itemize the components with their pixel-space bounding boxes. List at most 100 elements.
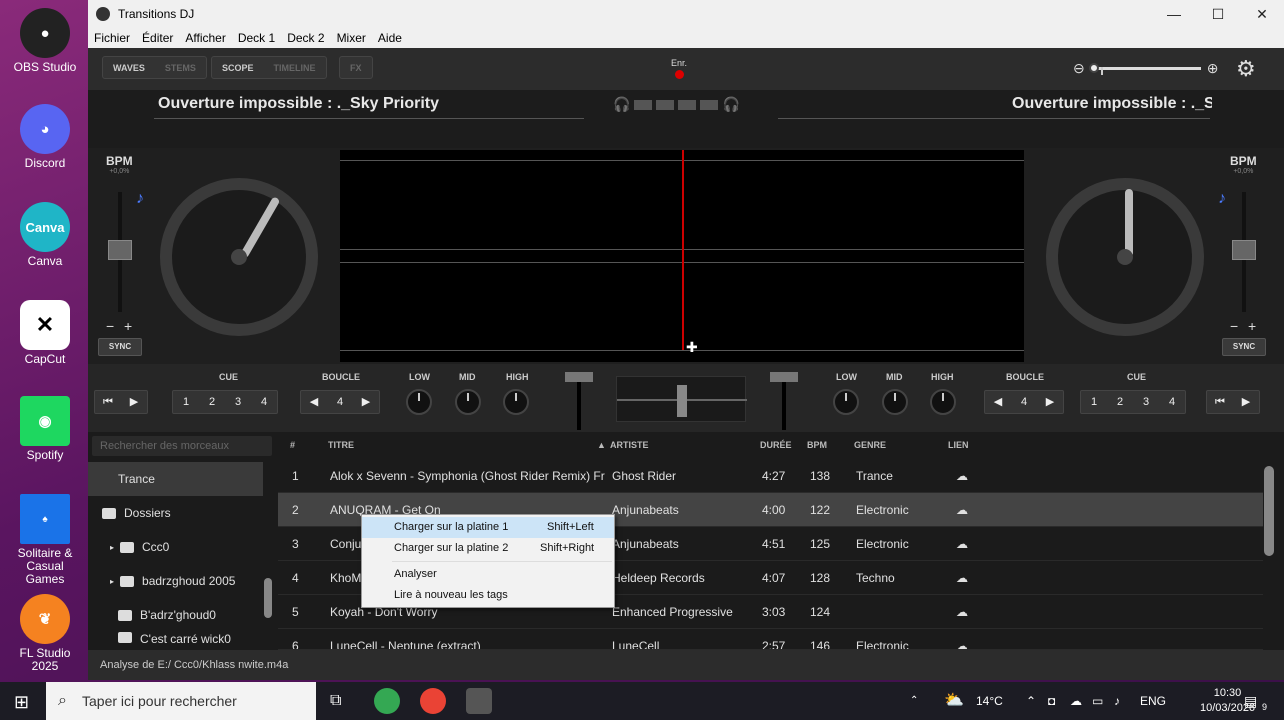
deck-left-pitch-minus[interactable]: − [106,318,114,334]
menu-deck1[interactable]: Deck 1 [238,31,275,45]
desktop-icon-obs[interactable]: ● OBS Studio [8,8,82,74]
cloud-icon[interactable]: ☁ [956,537,968,551]
menu-editer[interactable]: Éditer [142,31,173,45]
weather-icon[interactable]: ⛅ [944,682,964,720]
windows-start-icon[interactable]: ⊞ [14,692,29,713]
deck-left-skip-back-button[interactable]: ⏮ [95,391,121,413]
loop-next-button[interactable]: ▶ [1037,391,1063,413]
sidebar-item-ccc[interactable]: ▸ Ccc0 [88,530,263,564]
crossfader-cap[interactable] [677,385,687,417]
loop-next-button[interactable]: ▶ [353,391,379,413]
zoom-in-icon[interactable]: ⊕ [1207,60,1219,77]
col-header-num[interactable]: # [290,440,295,450]
minimize-button[interactable]: — [1152,6,1196,22]
headphone-right-icon[interactable]: 🎧 [722,96,739,113]
deck-left-eq-low-knob[interactable] [406,389,432,415]
cloud-icon[interactable]: ☁ [956,639,968,649]
task-view-icon[interactable]: ⧉ [330,682,341,720]
table-row[interactable]: 6 LuneCell - Neptune (extract) LuneCell … [278,629,1263,650]
record-button[interactable]: Enr. [671,58,687,79]
desktop-icon-spotify[interactable]: ◉ Spotify [8,396,82,462]
col-header-title[interactable]: TITRE [328,440,354,450]
zoom-out-icon[interactable]: ⊖ [1073,60,1085,77]
chevron-right-icon[interactable]: ▸ [110,543,114,552]
cloud-icon[interactable]: ☁ [956,503,968,517]
deck-right-eq-low-knob[interactable] [833,389,859,415]
cue-button-1[interactable]: 1 [1081,391,1107,413]
deck-left-sync-button[interactable]: SYNC [98,338,142,356]
camera-icon[interactable]: ◘ [1048,682,1055,720]
loop-prev-button[interactable]: ◀ [301,391,327,413]
cue-button-1[interactable]: 1 [173,391,199,413]
desktop-icon-capcut[interactable]: ✕ CapCut [8,300,82,366]
desktop-icon-canva[interactable]: Canva Canva [8,202,82,268]
sidebar-item-trance[interactable]: Trance [88,462,263,496]
volume-icon[interactable]: ♪ [1114,682,1120,720]
library-scrollbar[interactable] [1264,466,1274,556]
loop-prev-button[interactable]: ◀ [985,391,1011,413]
sidebar-item-badrzghoud[interactable]: ▸ badrzghoud 2005 [88,564,263,598]
desktop-icon-flstudio[interactable]: ❦ FL Studio 2025 [8,594,82,673]
menu-afficher[interactable]: Afficher [185,31,225,45]
deck-right-play-button[interactable]: ▶ [1233,391,1259,413]
deck-right-skip-back-button[interactable]: ⏮ [1207,391,1233,413]
menu-deck2[interactable]: Deck 2 [287,31,324,45]
deck-left-key-icon[interactable]: ♪ [136,190,144,208]
menu-item-reread-tags[interactable]: Lire à nouveau les tags [362,585,614,606]
network-icon[interactable]: ▭ [1092,682,1103,720]
stems-button[interactable]: STEMS [155,57,206,78]
cue-button-2[interactable]: 2 [1107,391,1133,413]
sidebar-item-cestcarre[interactable]: C'est carré wick0 [88,632,263,650]
waveform-display[interactable]: ✚ [340,150,1024,362]
deck-left-play-button[interactable]: ▶ [121,391,147,413]
deck-left-volume-fader[interactable] [565,372,593,430]
close-button[interactable]: ✕ [1240,6,1284,23]
menu-item-analyze[interactable]: Analyser [362,564,614,585]
pitch-fader-cap[interactable] [1232,240,1256,260]
deck-right-platter[interactable] [1046,178,1204,336]
menu-item-load-deck1[interactable]: Charger sur la platine 1 Shift+Left [362,517,614,538]
pitch-fader-cap[interactable] [108,240,132,260]
volume-fader-cap[interactable] [565,372,593,382]
deck-left-platter[interactable] [160,178,318,336]
cue-button-4[interactable]: 4 [1159,391,1185,413]
deck-right-pitch-plus[interactable]: + [1248,318,1256,334]
chevron-right-icon[interactable]: ▸ [110,577,114,586]
deck-right-pitch-minus[interactable]: − [1230,318,1238,334]
library-search-input[interactable]: Rechercher des morceaux [92,436,272,456]
chrome-icon[interactable] [374,688,400,714]
zoom-slider[interactable] [1088,63,1201,75]
cloud-icon[interactable]: ☁ [1070,682,1082,720]
cue-button-3[interactable]: 3 [1133,391,1159,413]
deck-right-eq-mid-knob[interactable] [882,389,908,415]
crossfader[interactable] [616,376,747,422]
cloud-icon[interactable]: ☁ [956,571,968,585]
cue-button-3[interactable]: 3 [225,391,251,413]
weather-temp[interactable]: 14°C [976,682,1003,720]
taskbar-search-input[interactable]: ⌕ Taper ici pour rechercher [46,682,316,720]
deck-left-eq-mid-knob[interactable] [455,389,481,415]
cue-button-4[interactable]: 4 [251,391,277,413]
transitions-dj-taskbar-icon[interactable] [466,688,492,714]
tray-overflow-icon[interactable]: ⌃ [1026,682,1036,720]
deck-left-pitch-fader[interactable] [108,192,132,312]
cloud-icon[interactable]: ☁ [956,605,968,619]
sidebar-scrollbar[interactable] [264,578,272,618]
deck-right-pitch-fader[interactable] [1232,192,1256,312]
notification-icon[interactable]: ▤ [1244,682,1257,720]
deck-right-key-icon[interactable]: ♪ [1218,190,1226,208]
deck-right-sync-button[interactable]: SYNC [1222,338,1266,356]
desktop-icon-solitaire[interactable]: ♠ Solitaire & Casual Games [8,494,82,586]
menu-fichier[interactable]: Fichier [94,31,130,45]
deck-right-eq-high-knob[interactable] [930,389,956,415]
timeline-button[interactable]: TIMELINE [264,57,326,78]
cue-button-2[interactable]: 2 [199,391,225,413]
gear-icon[interactable]: ⚙ [1236,56,1256,82]
desktop-icon-discord[interactable]: ◕ Discord [8,104,82,170]
col-header-artist[interactable]: ARTISTE [610,440,649,450]
deck-left-pitch-plus[interactable]: + [124,318,132,334]
menu-aide[interactable]: Aide [378,31,402,45]
scope-button[interactable]: SCOPE [212,57,264,78]
deck-left-eq-high-knob[interactable] [503,389,529,415]
language-indicator[interactable]: ENG [1140,682,1166,720]
